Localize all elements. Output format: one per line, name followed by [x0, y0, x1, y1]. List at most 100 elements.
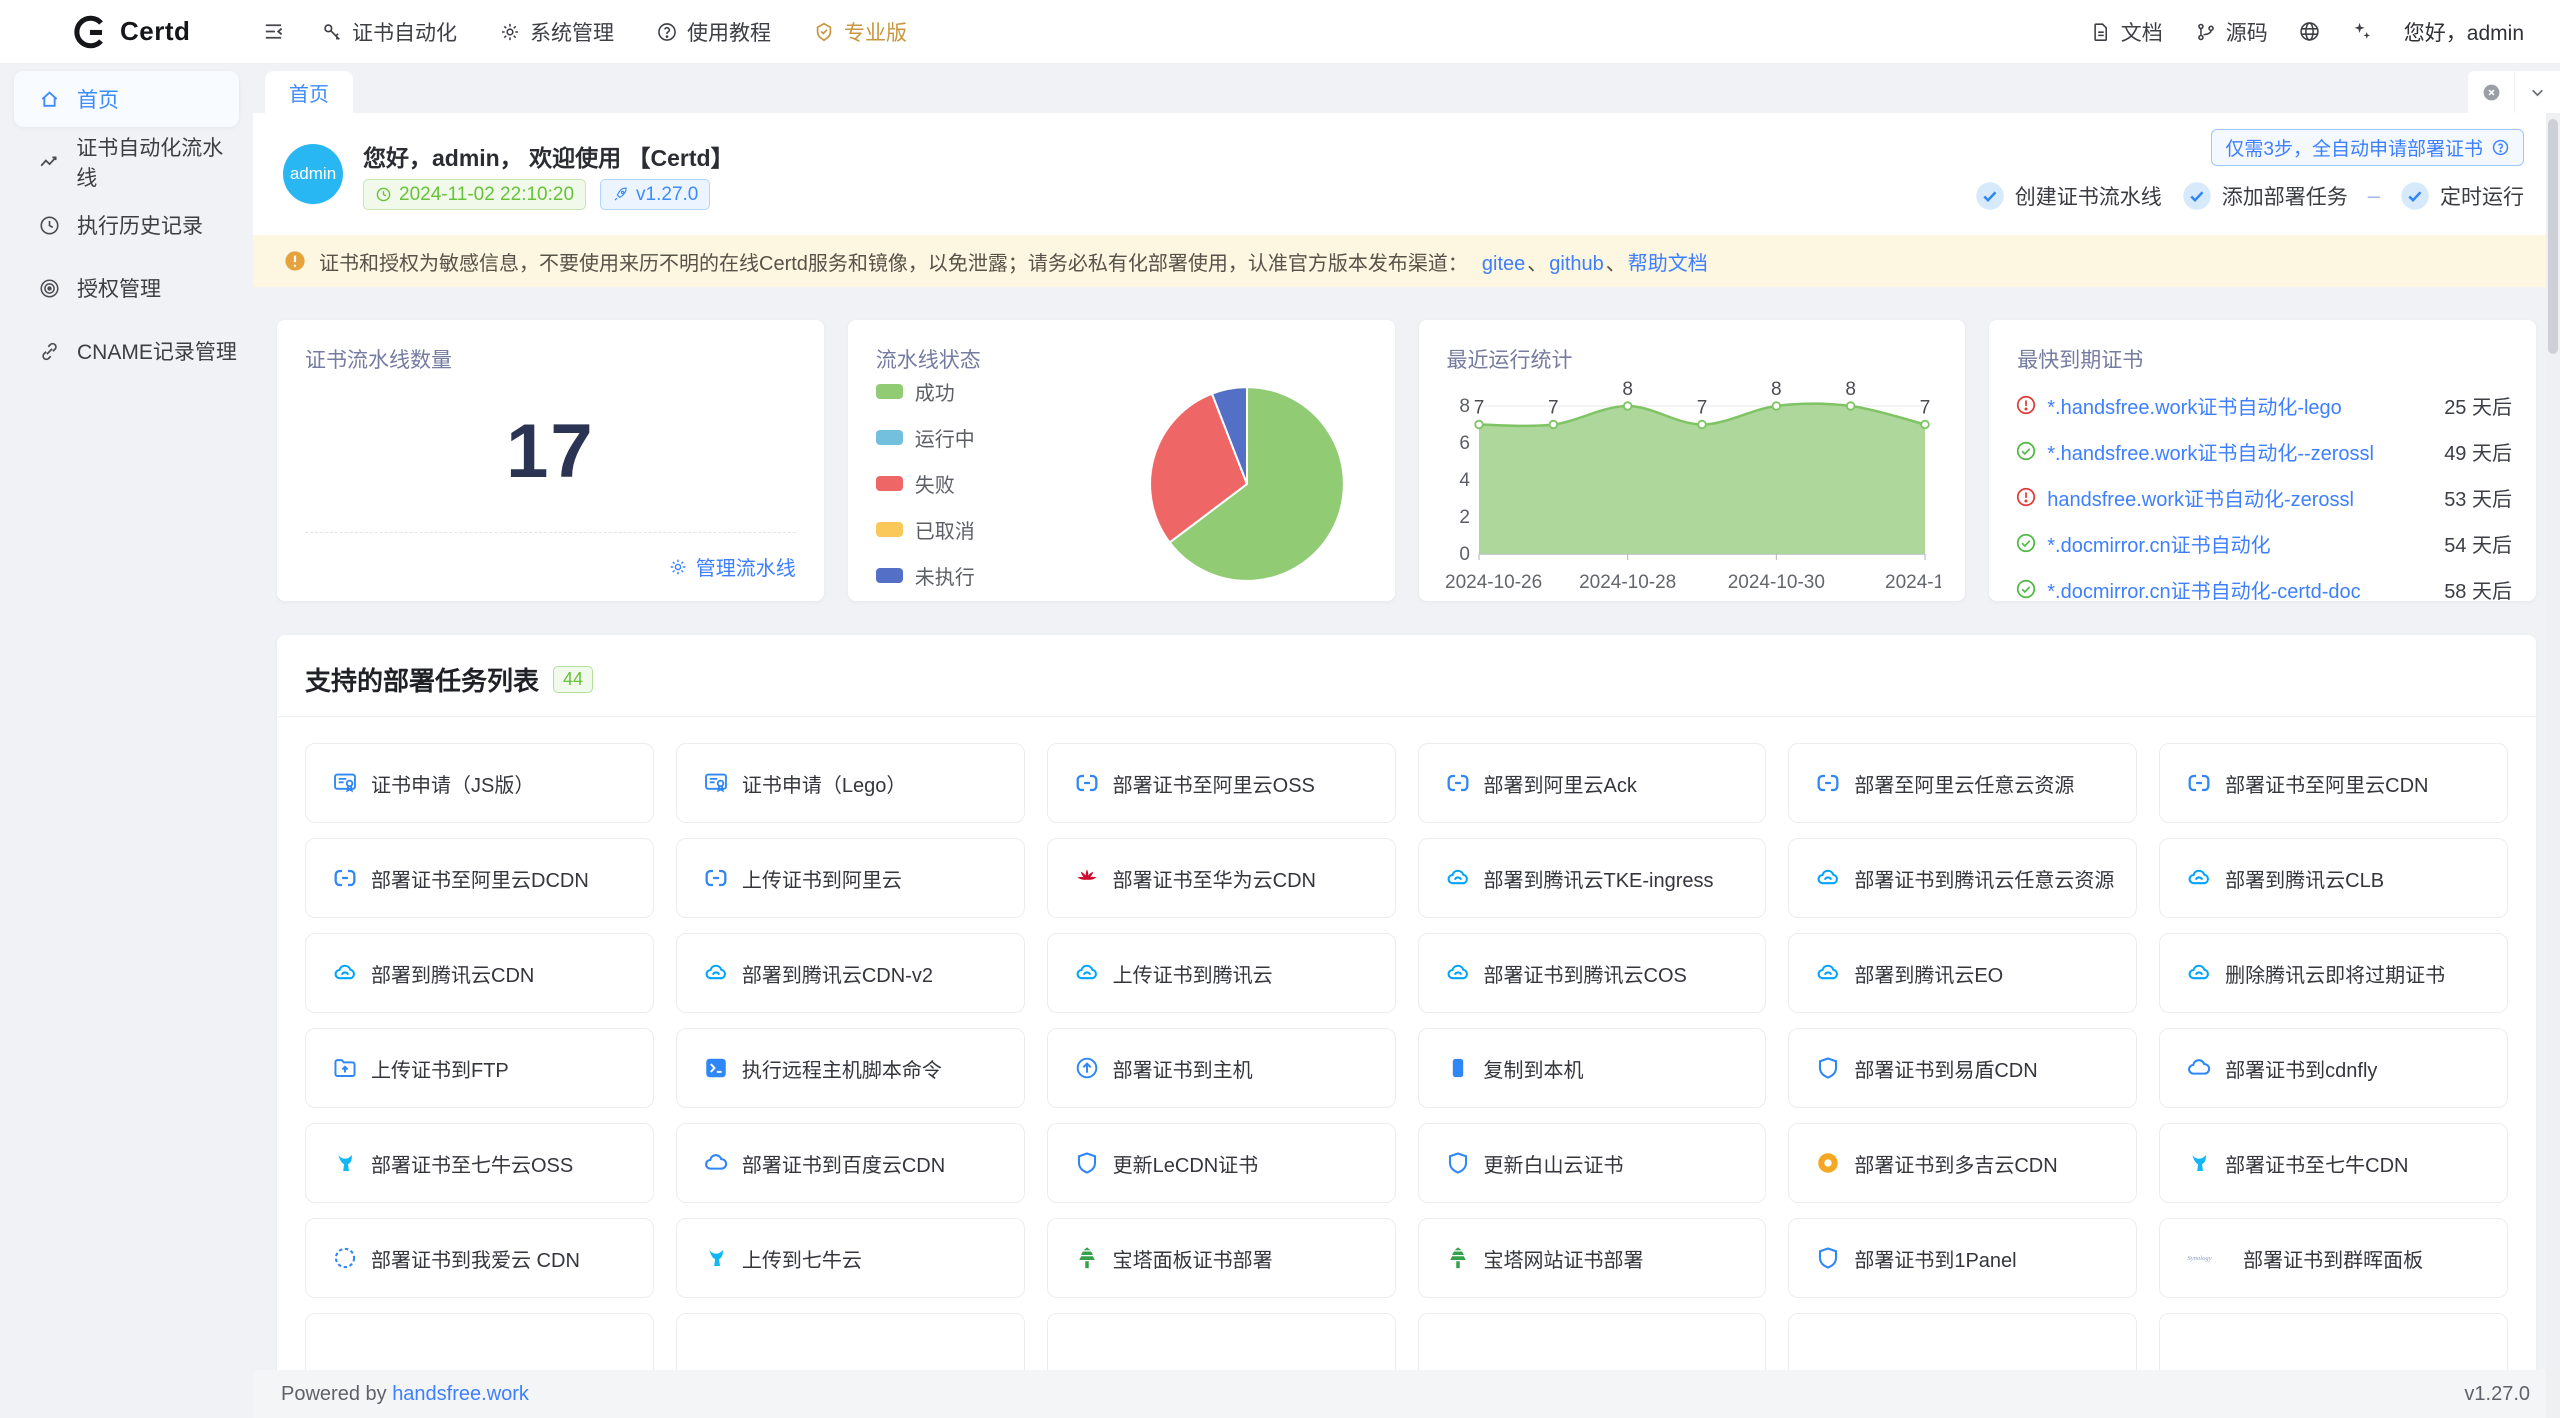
task-item[interactable]: 部署证书到cdnfly [2159, 1028, 2508, 1108]
task-item[interactable]: 部署证书至七牛云OSS [305, 1123, 654, 1203]
task-item[interactable]: 部署到腾讯云TKE-ingress [1418, 838, 1767, 918]
legend-swatch [876, 384, 903, 399]
user-greeting[interactable]: 您好，admin [2404, 17, 2524, 47]
tab-home[interactable]: 首页 [265, 71, 353, 113]
cert-name-link[interactable]: *.docmirror.cn证书自动化 [2047, 529, 2422, 558]
handsfree-link[interactable]: handsfree.work [392, 1383, 529, 1405]
success-circle-icon [2015, 532, 2037, 554]
task-item[interactable]: 删除腾讯云即将过期证书 [2159, 933, 2508, 1013]
legend-swatch [876, 522, 903, 537]
task-item[interactable]: Synology部署证书到群晖面板 [2159, 1218, 2508, 1298]
legend-item[interactable]: 成功 [876, 377, 975, 406]
tab-menu-button[interactable] [2514, 71, 2560, 113]
task-item[interactable]: 上传证书到FTP [305, 1028, 654, 1108]
nav-tutorial[interactable]: 使用教程 [642, 9, 785, 55]
cert-name-link[interactable]: *.docmirror.cn证书自动化-certd-doc [2047, 575, 2422, 602]
legend-item[interactable]: 失败 [876, 469, 975, 498]
cert-name-link[interactable]: handsfree.work证书自动化-zerossl [2047, 483, 2422, 512]
task-item[interactable]: 部署证书到腾讯云任意云资源 [1788, 838, 2137, 918]
nav-source-code[interactable]: 源码 [2185, 9, 2278, 55]
task-item[interactable]: 更新LeCDN证书 [1047, 1123, 1396, 1203]
task-label: 证书申请（Lego） [742, 769, 907, 798]
task-item[interactable]: 复制到本机 [1418, 1028, 1767, 1108]
terminal-icon [703, 1055, 729, 1081]
nav-pro-edition[interactable]: 专业版 [799, 9, 921, 55]
link-icon [38, 340, 61, 363]
task-item[interactable]: 部署证书到腾讯云COS [1418, 933, 1767, 1013]
legend-item[interactable]: 未执行 [876, 561, 975, 590]
scrollbar-thumb[interactable] [2548, 119, 2558, 354]
sidebar-item-pipelines[interactable]: 证书自动化流水线 [14, 134, 239, 190]
svg-text:0: 0 [1459, 544, 1470, 565]
task-item[interactable]: 部署证书至阿里云DCDN [305, 838, 654, 918]
nav-system-management[interactable]: 系统管理 [485, 9, 628, 55]
task-item[interactable]: 部署证书到易盾CDN [1788, 1028, 2137, 1108]
language-globe-icon[interactable] [2290, 12, 2330, 52]
step-scheduled-run[interactable]: 定时运行 [2400, 181, 2524, 211]
manage-pipelines-link[interactable]: 管理流水线 [668, 552, 796, 581]
sidebar-item-authorization[interactable]: 授权管理 [14, 260, 239, 316]
task-item[interactable]: 部署至阿里云任意云资源 [1788, 743, 2137, 823]
task-item[interactable]: 部署证书至华为云CDN [1047, 838, 1396, 918]
tencent-icon [2186, 960, 2212, 986]
expiring-cert-row: *.docmirror.cn证书自动化-certd-doc58 天后 [2015, 566, 2512, 601]
task-item[interactable]: 宝塔网站证书部署 [1418, 1218, 1767, 1298]
welcome-greeting: 您好，admin， 欢迎使用 【Certd】 [363, 139, 734, 173]
task-item[interactable]: 部署证书到1Panel [1788, 1218, 2137, 1298]
app-title: Certd [120, 16, 190, 47]
sidebar-item-home[interactable]: 首页 [14, 71, 239, 127]
task-item[interactable]: 上传证书到阿里云 [676, 838, 1025, 918]
task-item[interactable]: 宝塔面板证书部署 [1047, 1218, 1396, 1298]
task-item[interactable]: 上传证书到腾讯云 [1047, 933, 1396, 1013]
nav-docs[interactable]: 文档 [2080, 9, 2173, 55]
success-circle-icon [2015, 578, 2037, 600]
task-item[interactable]: 部署到阿里云Ack [1418, 743, 1767, 823]
svg-text:7: 7 [1473, 398, 1484, 419]
task-item[interactable]: 证书申请（Lego） [676, 743, 1025, 823]
app-logo[interactable]: Certd [0, 13, 253, 51]
vertical-scrollbar[interactable] [2546, 113, 2560, 1418]
expiring-cert-row: handsfree.work证书自动化-zerossl53 天后 [2015, 474, 2512, 520]
cert-name-link[interactable]: *.handsfree.work证书自动化-lego [2047, 391, 2422, 420]
tencent-icon [1074, 960, 1100, 986]
legend-item[interactable]: 已取消 [876, 515, 975, 544]
task-item[interactable]: 部署到腾讯云EO [1788, 933, 2137, 1013]
sidebar-item-cname-records[interactable]: CNAME记录管理 [14, 323, 239, 379]
task-item[interactable]: 上传到七牛云 [676, 1218, 1025, 1298]
notice-link[interactable]: 帮助文档 [1628, 253, 1708, 275]
task-item[interactable]: 部署证书到主机 [1047, 1028, 1396, 1108]
task-label: 删除腾讯云即将过期证书 [2225, 959, 2445, 988]
sidebar-item-history[interactable]: 执行历史记录 [14, 197, 239, 253]
task-label: 部署证书到主机 [1113, 1054, 1253, 1083]
git-branch-icon [2195, 21, 2217, 43]
close-tabs-button[interactable] [2468, 71, 2514, 113]
quick-guide-badge[interactable]: 仅需3步，全自动申请部署证书 [2211, 129, 2524, 166]
legend-item[interactable]: 运行中 [876, 423, 975, 452]
task-item[interactable]: 部署证书至阿里云OSS [1047, 743, 1396, 823]
task-item[interactable]: 证书申请（JS版） [305, 743, 654, 823]
task-item[interactable]: 部署到腾讯云CDN [305, 933, 654, 1013]
cert-name-link[interactable]: *.handsfree.work证书自动化--zerossl [2047, 437, 2422, 466]
task-item[interactable]: 部署证书到我爱云 CDN [305, 1218, 654, 1298]
qiniu-icon [2186, 1150, 2212, 1176]
legend-label: 运行中 [915, 423, 975, 452]
task-label: 部署到腾讯云CDN [371, 959, 534, 988]
notice-link[interactable]: gitee [1482, 253, 1525, 275]
task-item[interactable]: 部署证书至阿里云CDN [2159, 743, 2508, 823]
task-item[interactable]: 部署证书到多吉云CDN [1788, 1123, 2137, 1203]
check-circle-icon [2400, 181, 2430, 211]
task-item[interactable]: 部署到腾讯云CLB [2159, 838, 2508, 918]
step-create-pipeline[interactable]: 创建证书流水线 [1975, 181, 2162, 211]
task-item[interactable]: 更新白山云证书 [1418, 1123, 1767, 1203]
task-item[interactable]: 执行远程主机脚本命令 [676, 1028, 1025, 1108]
task-item[interactable]: 部署证书至七牛CDN [2159, 1123, 2508, 1203]
sparkles-icon[interactable] [2342, 12, 2382, 52]
notice-link[interactable]: github [1549, 253, 1604, 275]
menu-fold-icon[interactable] [253, 12, 293, 52]
task-item[interactable]: 部署证书到百度云CDN [676, 1123, 1025, 1203]
nav-cert-automation[interactable]: 证书自动化 [307, 9, 471, 55]
task-item[interactable]: 部署到腾讯云CDN-v2 [676, 933, 1025, 1013]
avatar[interactable]: admin [283, 144, 343, 204]
pipeline-status-card: 流水线状态 成功运行中失败已取消未执行 [848, 320, 1395, 601]
step-add-deploy-task[interactable]: 添加部署任务 [2182, 181, 2348, 211]
